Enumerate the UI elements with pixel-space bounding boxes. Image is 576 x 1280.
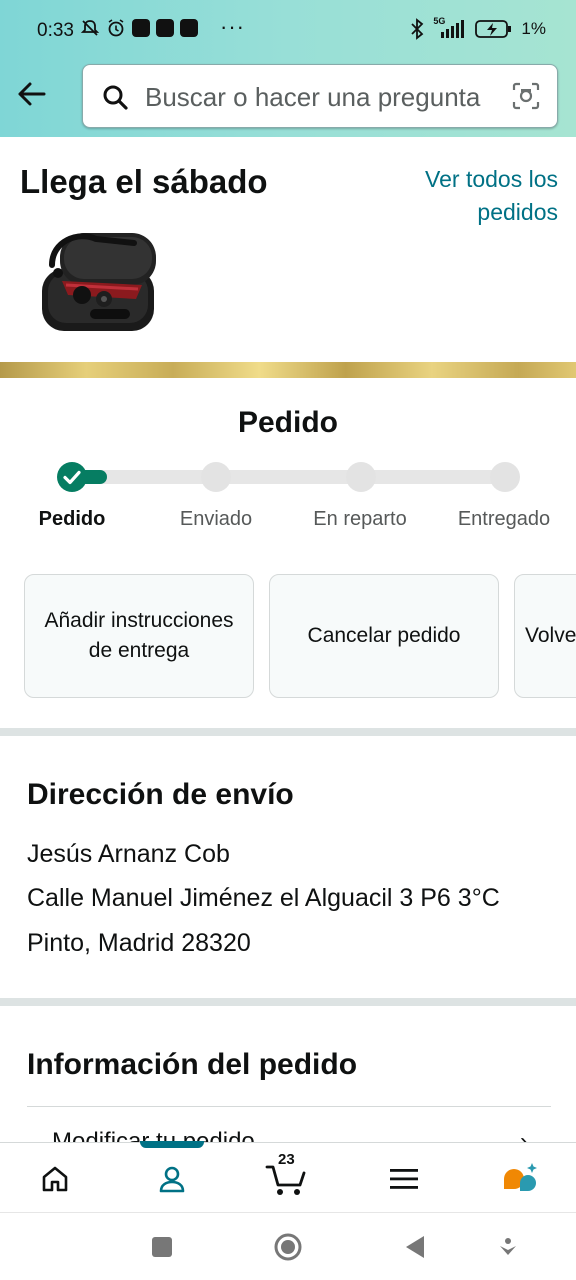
cart-count: 23 — [278, 1151, 295, 1168]
add-delivery-instructions-button[interactable]: Añadir instrucciones de entrega — [24, 574, 254, 698]
search-placeholder: Buscar o hacer una pregunta — [145, 82, 481, 112]
search-icon — [103, 85, 128, 110]
nav-account[interactable] — [150, 1157, 194, 1201]
square-icon — [152, 1237, 172, 1257]
shipping-city: Pinto, Madrid 28320 — [27, 929, 251, 957]
progress-track — [72, 470, 504, 484]
mute-bell-icon — [80, 20, 100, 36]
modify-order-row[interactable]: Modificar tu pedido — [52, 1128, 255, 1142]
step-dot-out-for-delivery — [346, 462, 376, 492]
order-info-divider — [27, 1106, 551, 1107]
rufus-icon — [504, 1163, 537, 1191]
assistant-icon — [500, 1238, 516, 1255]
top-bar: 0:33 ··· 5G 1% Buscar o hacer una pregun… — [0, 0, 576, 137]
status-bar: 0:33 ··· 5G 1% — [0, 0, 576, 62]
status-notification-icons — [80, 18, 198, 38]
circle-icon — [274, 1233, 302, 1261]
back-button[interactable] — [14, 76, 50, 112]
decorative-gold-band — [0, 362, 576, 378]
section-divider — [0, 728, 576, 736]
active-tab-indicator — [140, 1141, 204, 1148]
shipping-street: Calle Manuel Jiménez el Alguacil 3 P6 3°… — [27, 884, 500, 912]
home-icon — [42, 1166, 68, 1192]
status-time: 0:33 — [37, 20, 74, 41]
order-status-section: Pedido Pedido Enviado En reparto Entrega… — [0, 378, 576, 728]
search-input[interactable]: Buscar o hacer una pregunta — [82, 64, 558, 128]
more-notifications-icon: ··· — [220, 14, 245, 39]
order-info-title: Información del pedido — [27, 1048, 358, 1081]
battery-charging-icon — [475, 20, 512, 38]
menu-icon — [390, 1169, 418, 1189]
step-dot-ordered — [57, 462, 87, 492]
step-label-shipped: Enviado — [179, 508, 253, 530]
shipping-title: Dirección de envío — [27, 778, 294, 811]
shipping-name: Jesús Arnanz Cob — [27, 840, 230, 868]
system-navigation-bar — [0, 1212, 576, 1280]
app-notification-icon — [180, 19, 198, 37]
arrival-title: Llega el sábado — [20, 163, 268, 200]
section-divider — [0, 998, 576, 1006]
view-all-orders-link[interactable]: Ver todos los pedidos — [388, 163, 558, 229]
checkmark-icon — [63, 470, 81, 485]
shipping-address-section: Dirección de envío Jesús Arnanz Cob Call… — [0, 736, 576, 998]
alarm-icon — [108, 19, 124, 37]
nav-menu[interactable] — [382, 1157, 426, 1201]
cancel-order-button[interactable]: Cancelar pedido — [269, 574, 499, 698]
home-button[interactable] — [272, 1231, 304, 1263]
back-arrow-icon — [18, 82, 46, 106]
order-info-section: Información del pedido Modificar tu pedi… — [0, 1006, 576, 1142]
chevron-right-icon: › — [520, 1128, 528, 1142]
nav-rufus[interactable] — [498, 1157, 542, 1201]
account-icon — [159, 1166, 185, 1193]
camera-search-icon[interactable] — [511, 81, 541, 111]
status-system-icons: 5G 1% — [409, 16, 546, 40]
buy-again-button[interactable]: Volver a comprar — [514, 574, 576, 698]
app-notification-icon — [132, 19, 150, 37]
earpiece-image — [42, 233, 156, 331]
nav-home[interactable] — [33, 1157, 77, 1201]
app-notification-icon — [156, 19, 174, 37]
product-image[interactable] — [38, 229, 160, 339]
order-actions-carousel[interactable]: Añadir instrucciones de entrega Cancelar… — [24, 574, 576, 698]
signal-icon: 5G — [433, 16, 467, 40]
step-label-ordered: Pedido — [38, 508, 106, 530]
bluetooth-icon — [411, 18, 424, 40]
recent-apps-button[interactable] — [146, 1231, 178, 1263]
step-dot-shipped — [201, 462, 231, 492]
assistant-button[interactable] — [492, 1231, 524, 1263]
step-label-delivered: Entregado — [457, 508, 551, 530]
battery-percent: 1% — [521, 19, 546, 38]
bottom-navigation: 23 — [0, 1141, 576, 1212]
header: Buscar o hacer una pregunta — [0, 62, 576, 132]
triangle-back-icon — [406, 1236, 424, 1258]
order-status-heading: Pedido — [237, 406, 338, 439]
arrival-section: Llega el sábado Ver todos los pedidos — [0, 137, 576, 362]
step-dot-delivered — [490, 462, 520, 492]
step-label-out-for-delivery: En reparto — [313, 508, 407, 530]
back-nav-button[interactable] — [398, 1231, 430, 1263]
